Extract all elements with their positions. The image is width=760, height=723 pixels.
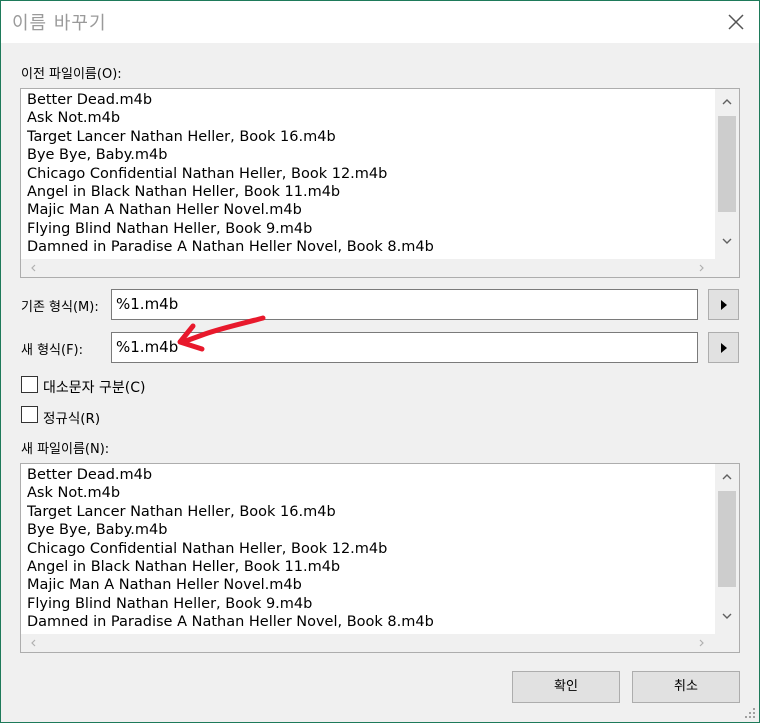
new-format-menu-button[interactable]: [708, 332, 739, 363]
list-item[interactable]: Better Dead.m4b: [27, 91, 713, 109]
new-format-input[interactable]: %1.m4b: [111, 332, 698, 363]
list-item[interactable]: Chicago Confidential Nathan Heller, Book…: [27, 165, 713, 183]
base-format-menu-button[interactable]: [708, 289, 739, 320]
rename-dialog: 이름 바꾸기 이전 파일이름(O): Better Dead.m4b Ask No…: [0, 0, 760, 723]
list-item[interactable]: Bye Bye, Baby.m4b: [27, 146, 713, 164]
play-arrow-icon: [721, 300, 727, 310]
cancel-button[interactable]: 취소: [632, 671, 740, 703]
old-names-items: Better Dead.m4b Ask Not.m4b Target Lancer …: [27, 91, 713, 257]
scroll-left-icon[interactable]: [29, 638, 39, 648]
old-names-hscroll[interactable]: [21, 259, 739, 277]
list-item[interactable]: Target Lancer Nathan Heller, Book 16.m4b: [27, 503, 713, 521]
list-item[interactable]: Damned in Paradise A Nathan Heller Novel…: [27, 238, 713, 256]
list-item[interactable]: Ask Not.m4b: [27, 109, 713, 127]
list-item[interactable]: Flying Blind Nathan Heller, Book 9.m4b: [27, 595, 713, 613]
scroll-down-icon[interactable]: [721, 611, 733, 621]
scroll-right-icon[interactable]: [696, 638, 706, 648]
scroll-up-icon[interactable]: [721, 97, 733, 107]
regex-checkbox[interactable]: [21, 406, 38, 423]
scroll-up-icon[interactable]: [721, 472, 733, 482]
new-names-scroll-thumb[interactable]: [718, 491, 736, 587]
list-item[interactable]: Flying Blind Nathan Heller, Book 9.m4b: [27, 220, 713, 238]
base-format-input[interactable]: %1.m4b: [111, 289, 698, 320]
new-names-items: Better Dead.m4b Ask Not.m4b Target Lancer …: [27, 466, 713, 632]
base-format-label: 기존 형식(M):: [21, 300, 99, 315]
title-bar: 이름 바꾸기: [1, 1, 759, 43]
list-item[interactable]: Angel in Black Nathan Heller, Book 11.m4…: [27, 558, 713, 576]
close-icon: [728, 14, 744, 30]
resize-grip-icon[interactable]: [744, 707, 756, 719]
new-format-label: 새 형식(F):: [21, 343, 84, 358]
window-title: 이름 바꾸기: [12, 13, 107, 34]
old-names-label: 이전 파일이름(O):: [21, 67, 122, 82]
list-item[interactable]: Better Dead.m4b: [27, 466, 713, 484]
close-button[interactable]: [723, 9, 749, 35]
new-names-vscroll[interactable]: [715, 464, 739, 634]
list-item[interactable]: Ask Not.m4b: [27, 484, 713, 502]
old-names-vscroll[interactable]: [715, 89, 739, 259]
play-arrow-icon: [721, 343, 727, 353]
list-item[interactable]: Bye Bye, Baby.m4b: [27, 521, 713, 539]
new-names-hscroll[interactable]: [21, 634, 739, 652]
old-names-scroll-thumb[interactable]: [718, 116, 736, 212]
scroll-right-icon[interactable]: [696, 263, 706, 273]
list-item[interactable]: Damned in Paradise A Nathan Heller Novel…: [27, 613, 713, 631]
list-item[interactable]: Majic Man A Nathan Heller Novel.m4b: [27, 576, 713, 594]
case-sensitive-checkbox[interactable]: [21, 376, 38, 393]
scroll-left-icon[interactable]: [29, 263, 39, 273]
list-item[interactable]: Target Lancer Nathan Heller, Book 16.m4b: [27, 128, 713, 146]
old-names-list[interactable]: Better Dead.m4b Ask Not.m4b Target Lancer …: [20, 88, 740, 278]
regex-label[interactable]: 정규식(R): [43, 407, 100, 427]
new-names-list[interactable]: Better Dead.m4b Ask Not.m4b Target Lancer …: [20, 463, 740, 653]
scroll-down-icon[interactable]: [721, 236, 733, 246]
case-sensitive-label[interactable]: 대소문자 구분(C): [43, 377, 145, 397]
list-item[interactable]: Majic Man A Nathan Heller Novel.m4b: [27, 201, 713, 219]
list-item[interactable]: Angel in Black Nathan Heller, Book 11.m4…: [27, 183, 713, 201]
list-item[interactable]: Chicago Confidential Nathan Heller, Book…: [27, 540, 713, 558]
ok-button[interactable]: 확인: [512, 671, 620, 703]
new-names-label: 새 파일이름(N):: [21, 442, 110, 457]
